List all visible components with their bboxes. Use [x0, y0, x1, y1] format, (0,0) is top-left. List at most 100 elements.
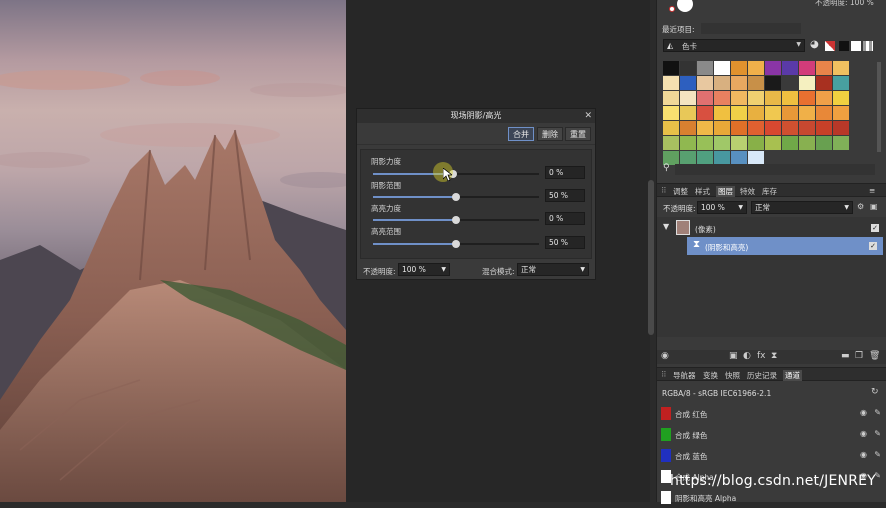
color-swatch[interactable]: [782, 106, 798, 120]
eye-icon[interactable]: ◉: [860, 450, 867, 459]
layer-blend-dropdown[interactable]: 正常 ▼: [751, 201, 853, 214]
gear-icon[interactable]: ⚙: [857, 202, 864, 211]
shadow-strength-slider[interactable]: [373, 170, 539, 178]
color-swatch[interactable]: [663, 106, 679, 120]
layer-visible-checkbox[interactable]: ✓: [869, 242, 877, 250]
eye-icon[interactable]: ◉: [860, 429, 867, 438]
color-swatch[interactable]: [731, 136, 747, 150]
color-swatch[interactable]: [748, 106, 764, 120]
palette-dropdown[interactable]: ◭ 色卡 ▼: [663, 39, 805, 52]
color-swatch[interactable]: [748, 61, 764, 75]
pencil-icon[interactable]: ✎: [874, 450, 881, 459]
slider-knob[interactable]: [452, 216, 460, 224]
color-swatch-grid[interactable]: [663, 61, 861, 166]
color-swatch[interactable]: [714, 136, 730, 150]
highlight-strength-value[interactable]: 0 %: [545, 212, 585, 225]
color-swatch[interactable]: [782, 61, 798, 75]
color-swatch[interactable]: [714, 106, 730, 120]
channel-row-green[interactable]: 合成 绿色 ◉ ✎: [657, 425, 886, 445]
color-swatch[interactable]: [833, 121, 849, 135]
refresh-icon[interactable]: ↻: [871, 387, 879, 397]
color-swatch[interactable]: [680, 61, 696, 75]
color-swatch[interactable]: [731, 106, 747, 120]
eye-icon[interactable]: ◉: [860, 408, 867, 417]
highlight-range-value[interactable]: 50 %: [545, 236, 585, 249]
delete-button[interactable]: 删除: [537, 127, 563, 141]
color-swatch[interactable]: [833, 76, 849, 90]
folder-icon[interactable]: ▬: [841, 351, 850, 361]
color-swatch[interactable]: [816, 91, 832, 105]
tab-transform[interactable]: 变换: [703, 370, 718, 381]
tab-layers[interactable]: 图层: [716, 186, 735, 197]
color-swatch[interactable]: [799, 136, 815, 150]
color-swatch[interactable]: [816, 76, 832, 90]
color-swatch[interactable]: [765, 61, 781, 75]
highlight-range-slider[interactable]: [373, 240, 539, 248]
channel-row-sh-alpha[interactable]: 阴影和高亮 Alpha: [657, 488, 886, 508]
color-swatch[interactable]: [663, 91, 679, 105]
color-swatch[interactable]: [765, 91, 781, 105]
trash-icon[interactable]: 🗑: [869, 351, 880, 361]
stroke-color-circle[interactable]: [669, 6, 675, 12]
color-swatch[interactable]: [816, 136, 832, 150]
tab-adjustment[interactable]: 调整: [673, 186, 688, 197]
tab-effects[interactable]: 特效: [740, 186, 755, 197]
mask-icon[interactable]: ▣: [729, 351, 738, 361]
color-swatch[interactable]: [765, 76, 781, 90]
layer-row-pixel[interactable]: ▼ (像素) ✓: [659, 219, 883, 237]
color-swatch[interactable]: [782, 91, 798, 105]
color-swatch[interactable]: [663, 121, 679, 135]
tab-channels[interactable]: 通道: [783, 370, 802, 381]
color-swatch[interactable]: [714, 76, 730, 90]
expand-triangle-icon[interactable]: ▼: [663, 222, 669, 231]
color-swatch[interactable]: [697, 61, 713, 75]
reset-button[interactable]: 重置: [565, 127, 591, 141]
channel-row-blue[interactable]: 合成 蓝色 ◉ ✎: [657, 446, 886, 466]
highlight-strength-slider[interactable]: [373, 216, 539, 224]
tab-stock[interactable]: 库存: [762, 186, 777, 197]
color-swatch[interactable]: [697, 76, 713, 90]
close-icon[interactable]: ✕: [584, 109, 592, 123]
slider-knob[interactable]: [452, 193, 460, 201]
color-swatch[interactable]: [765, 121, 781, 135]
color-picker-icon[interactable]: ◕: [810, 39, 819, 50]
color-swatch[interactable]: [833, 61, 849, 75]
white-swatch[interactable]: [851, 41, 861, 51]
color-swatch[interactable]: [748, 136, 764, 150]
swatch-scrollbar[interactable]: [877, 62, 881, 152]
shadow-range-value[interactable]: 50 %: [545, 189, 585, 202]
fill-color-circle[interactable]: [677, 0, 693, 12]
color-swatch[interactable]: [697, 91, 713, 105]
color-swatch[interactable]: [714, 61, 730, 75]
merge-button[interactable]: 合并: [508, 127, 534, 141]
channel-row-red[interactable]: 合成 红色 ◉ ✎: [657, 404, 886, 424]
lock-icon[interactable]: ▣: [870, 202, 878, 211]
color-swatch[interactable]: [782, 121, 798, 135]
color-swatch[interactable]: [731, 121, 747, 135]
layer-visible-checkbox[interactable]: ✓: [871, 224, 879, 232]
hourglass-icon[interactable]: ⧗: [771, 351, 777, 361]
stack-icon[interactable]: ◉: [661, 351, 669, 361]
adjustment-icon[interactable]: ◐: [743, 351, 751, 361]
color-swatch[interactable]: [748, 91, 764, 105]
color-swatch[interactable]: [663, 61, 679, 75]
swatch-search-input[interactable]: [675, 164, 875, 175]
pencil-icon[interactable]: ✎: [874, 429, 881, 438]
color-swatch[interactable]: [680, 121, 696, 135]
recent-swatches[interactable]: [701, 23, 801, 34]
color-swatch[interactable]: [680, 136, 696, 150]
color-swatch[interactable]: [799, 76, 815, 90]
color-swatch[interactable]: [680, 91, 696, 105]
color-swatch[interactable]: [799, 121, 815, 135]
fx-icon[interactable]: fx: [757, 351, 766, 361]
color-swatch[interactable]: [816, 106, 832, 120]
slider-knob[interactable]: [452, 240, 460, 248]
blend-mode-dropdown[interactable]: 正常 ▼: [517, 263, 589, 276]
pencil-icon[interactable]: ✎: [874, 408, 881, 417]
color-swatch[interactable]: [833, 136, 849, 150]
color-swatch[interactable]: [816, 61, 832, 75]
color-swatch[interactable]: [833, 106, 849, 120]
color-swatch[interactable]: [799, 106, 815, 120]
color-swatch[interactable]: [680, 76, 696, 90]
tab-snapshots[interactable]: 快照: [725, 370, 740, 381]
